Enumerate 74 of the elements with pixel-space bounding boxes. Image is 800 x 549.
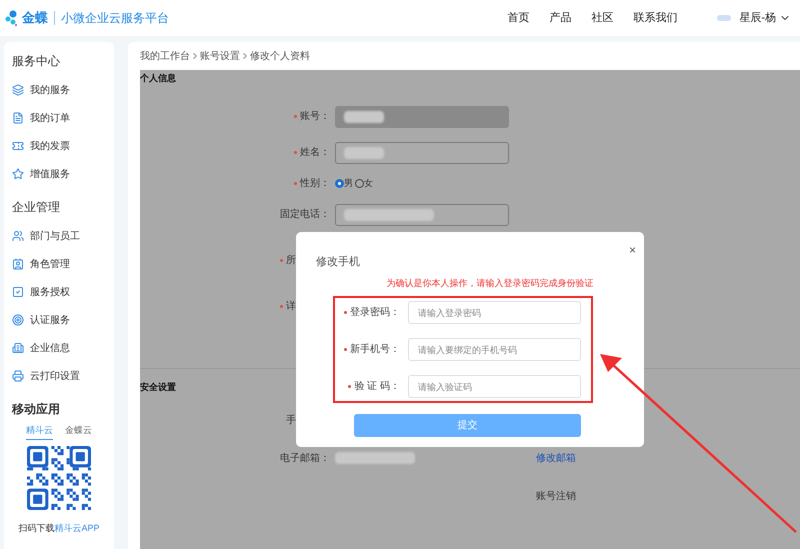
star-icon [12,168,24,180]
blurred-value [344,146,384,158]
blurred-value [344,110,384,122]
required-mark-icon [280,305,283,308]
gender-radio[interactable]: 男 [335,176,353,190]
sidebar-item[interactable]: 云打印设置 [12,362,106,390]
gender-radio[interactable]: 女 [355,176,373,190]
notice-text: 为确认是你本人操作，请输入登录密码完成身份验证 [386,276,594,290]
section-heading: 移动应用 [12,401,61,418]
field-label: 手 [286,414,296,428]
input-field[interactable]: 请输入要绑定的手机号码 [408,338,581,361]
section-title: 个人信息 [140,72,176,85]
field-label: 电子邮箱： [280,452,330,466]
logo-icon [5,10,19,26]
required-mark-icon [294,115,297,118]
nav-link[interactable]: 首页 [507,10,530,26]
required-mark-icon [348,385,352,388]
sidebar-item[interactable]: 我的订单 [12,104,106,132]
required-mark-icon [280,259,283,262]
document-icon [12,112,24,124]
download-link[interactable]: 精斗云APP [54,522,100,532]
sidebar-item[interactable]: 我的发票 [12,132,106,160]
breadcrumb-link[interactable]: 账号设置 [200,48,240,64]
breadcrumb-link[interactable]: 我的工作台 [140,48,190,64]
required-mark-icon [294,182,297,185]
field-label: 验 证 码： [354,380,400,394]
download-caption: 扫码下载精斗云APP [18,522,100,534]
field-label: 新手机号： [350,342,400,357]
nav-link[interactable]: 联系我们 [633,10,678,26]
sidebar-item[interactable]: 企业信息 [12,334,106,362]
required-mark-icon [344,348,347,351]
field-label: 登录密码： [350,306,400,320]
section-title: 安全设置 [140,380,176,394]
qr-code [27,446,91,510]
app-tab[interactable]: 金蝶云 [65,424,92,440]
nav-link[interactable]: 产品 [549,10,572,26]
checkbox-icon [12,286,24,298]
field-label: 固定电话： [280,208,330,222]
brand-name: 金蝶 [22,9,48,28]
breadcrumb-link[interactable]: 修改个人资料 [250,48,310,64]
users-icon [12,230,24,242]
sidebar-item[interactable]: 认证服务 [12,306,106,334]
user-avatar [717,15,732,21]
platform-name: 小微企业云服务平台 [61,10,169,27]
user-name[interactable]: 星辰-杨 [739,10,776,26]
field-label: 姓名： [300,146,330,160]
printer-icon [12,370,24,382]
text-field[interactable] [335,204,509,226]
field-label: 账号： [300,110,330,124]
required-mark-icon [344,311,347,314]
sidebar-item[interactable]: 我的服务 [12,76,106,104]
required-mark-icon [294,151,297,154]
sidebar-item[interactable]: 部门与员工 [12,222,106,250]
building-icon [12,342,24,354]
sidebar-item[interactable]: 服务授权 [12,278,106,306]
field-label: 性别： [300,176,330,191]
invoice-icon [12,140,24,152]
nav-link[interactable]: 社区 [591,10,614,26]
sidebar-item[interactable]: 角色管理 [12,250,106,278]
action-link[interactable]: 账号注销 [536,488,576,504]
input-field[interactable]: 请输入验证码 [408,375,581,398]
field-label: 详 [286,300,296,314]
target-icon [12,314,24,326]
section-heading: 服务中心 [12,53,61,70]
dialog-title: 修改手机 [316,255,361,270]
close-button[interactable]: × [628,244,636,256]
text-field[interactable] [335,142,509,164]
section-heading: 企业管理 [12,199,61,216]
id-card-icon [12,258,24,270]
app-tab[interactable]: 精斗云 [26,424,53,440]
input-field[interactable]: 请输入登录密码 [408,301,581,324]
layers-icon [12,84,24,96]
sidebar-item[interactable]: 增值服务 [12,160,106,188]
field-label: 所 [286,254,296,268]
